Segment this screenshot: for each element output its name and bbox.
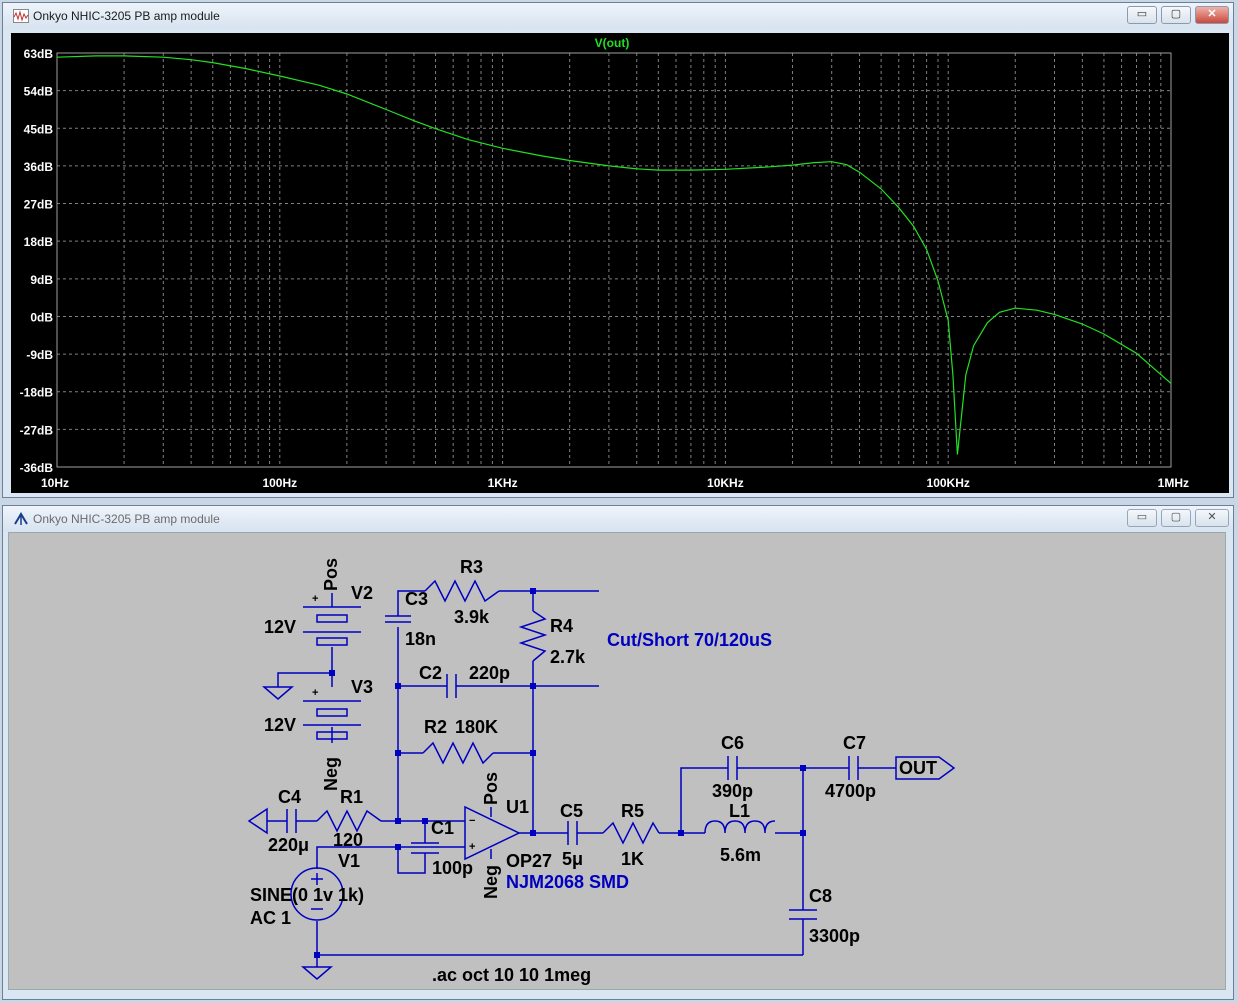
c1-value[interactable]: 100p [432, 858, 473, 878]
close-button[interactable]: ✕ [1195, 509, 1229, 527]
spice-directive[interactable]: .ac oct 10 10 1meg [432, 965, 591, 985]
svg-text:+: + [312, 687, 318, 699]
plot-window-title: Onkyo NHIC-3205 PB amp module [33, 9, 220, 23]
svg-text:−: − [469, 815, 475, 827]
plot-frame [56, 52, 1172, 468]
svg-text:+: + [312, 593, 318, 605]
y-tick-label: 0dB [30, 310, 53, 324]
v1-ac-value[interactable]: AC 1 [250, 908, 291, 928]
r3-value[interactable]: 3.9k [454, 607, 490, 627]
c8-value[interactable]: 3300p [809, 926, 860, 946]
y-tick-label: -36dB [20, 461, 54, 475]
bode-plot[interactable]: 63dB 54dB 45dB 36dB 27dB 18dB 9dB 0dB -9dB -18dB -… [11, 33, 1229, 493]
c3-value[interactable]: 18n [405, 629, 436, 649]
c6-ref[interactable]: C6 [721, 733, 744, 753]
c2-ref[interactable]: C2 [419, 663, 442, 683]
u1-neg-label: Neg [481, 865, 501, 899]
c3-ref[interactable]: C3 [405, 589, 428, 609]
y-tick-label: 54dB [24, 85, 54, 99]
l1-value[interactable]: 5.6m [720, 845, 761, 865]
maximize-button[interactable]: ▢ [1161, 509, 1191, 527]
v3-value[interactable]: 12V [264, 715, 296, 735]
y-tick-label: 45dB [24, 122, 54, 136]
v2-value[interactable]: 12V [264, 617, 296, 637]
y-tick-label: 63dB [24, 47, 54, 61]
c7-ref[interactable]: C7 [843, 733, 866, 753]
minimize-button[interactable]: ▭ [1127, 509, 1157, 527]
x-axis-ticks: 10Hz 100Hz 1KHz 10KHz 100KHz 1MHz [41, 476, 1189, 490]
x-tick-label: 10Hz [41, 476, 69, 490]
x-tick-label: 100KHz [927, 476, 970, 490]
r1-value[interactable]: 120 [333, 830, 363, 850]
v1-value[interactable]: SINE(0 1v 1k) [250, 885, 364, 905]
plot-area[interactable]: 63dB 54dB 45dB 36dB 27dB 18dB 9dB 0dB -9dB -18dB -… [11, 33, 1229, 493]
y-tick-label: -18dB [20, 386, 54, 400]
v3-ref[interactable]: V3 [351, 677, 373, 697]
cut-short-note[interactable]: Cut/Short 70/120uS [607, 630, 772, 650]
c2-value[interactable]: 220p [469, 663, 510, 683]
grid [56, 52, 1172, 468]
r3-ref[interactable]: R3 [460, 557, 483, 577]
c1-ref[interactable]: C1 [431, 818, 454, 838]
schematic-app-icon [14, 512, 28, 525]
r5-ref[interactable]: R5 [621, 801, 644, 821]
trace-series [56, 55, 1172, 455]
components [247, 579, 956, 980]
c4-ref[interactable]: C4 [278, 787, 301, 807]
v2-pos-label: Pos [321, 558, 341, 591]
y-tick-label: -9dB [26, 348, 53, 362]
series-line [56, 55, 1172, 455]
close-button[interactable]: ✕ [1195, 6, 1229, 24]
waveform-app-icon [13, 9, 29, 23]
schematic-window-title: Onkyo NHIC-3205 PB amp module [33, 512, 220, 526]
minimize-button[interactable]: ▭ [1127, 6, 1157, 24]
c4-value[interactable]: 220μ [268, 835, 309, 855]
c7-value[interactable]: 4700p [825, 781, 876, 801]
r2-ref[interactable]: R2 [424, 717, 447, 737]
y-tick-label: 36dB [24, 160, 54, 174]
c5-ref[interactable]: C5 [560, 801, 583, 821]
plot-window-titlebar[interactable]: Onkyo NHIC-3205 PB amp module ▭ ▢ ✕ [3, 3, 1233, 29]
y-tick-label: 18dB [24, 235, 54, 249]
r4-ref[interactable]: R4 [550, 616, 573, 636]
x-tick-label: 1MHz [1158, 476, 1189, 490]
x-tick-label: 10KHz [707, 476, 744, 490]
svg-text:+: + [469, 841, 475, 853]
c6-value[interactable]: 390p [712, 781, 753, 801]
c8-ref[interactable]: C8 [809, 886, 832, 906]
c5-value[interactable]: 5μ [562, 849, 583, 869]
plot-window: Onkyo NHIC-3205 PB amp module ▭ ▢ ✕ 63dB… [2, 2, 1234, 498]
trace-label[interactable]: V(out) [595, 36, 630, 50]
chip-note[interactable]: NJM2068 SMD [506, 872, 629, 892]
y-axis-ticks: 63dB 54dB 45dB 36dB 27dB 18dB 9dB 0dB -9dB -18dB -… [20, 47, 54, 475]
r5-value[interactable]: 1K [621, 849, 644, 869]
y-tick-label: -27dB [20, 423, 54, 437]
u1-value[interactable]: OP27 [506, 851, 552, 871]
schematic-canvas[interactable]: + + − + V2 12V Pos V3 12V Neg C3 18n R3 3.… [8, 532, 1226, 990]
u1-ref[interactable]: U1 [506, 797, 529, 817]
y-tick-label: 27dB [24, 198, 54, 212]
l1-ref[interactable]: L1 [729, 801, 750, 821]
r4-value[interactable]: 2.7k [550, 647, 586, 667]
v1-ref[interactable]: V1 [338, 851, 360, 871]
out-label[interactable]: OUT [899, 758, 937, 778]
r2-value[interactable]: 180K [455, 717, 498, 737]
v3-neg-label: Neg [321, 757, 341, 791]
u1-pos-label: Pos [481, 772, 501, 805]
schematic-window-titlebar[interactable]: Onkyo NHIC-3205 PB amp module ▭ ▢ ✕ [3, 506, 1233, 532]
r1-ref[interactable]: R1 [340, 787, 363, 807]
x-tick-label: 100Hz [262, 476, 297, 490]
x-tick-label: 1KHz [488, 476, 518, 490]
v2-ref[interactable]: V2 [351, 583, 373, 603]
y-tick-label: 9dB [30, 273, 53, 287]
maximize-button[interactable]: ▢ [1161, 6, 1191, 24]
